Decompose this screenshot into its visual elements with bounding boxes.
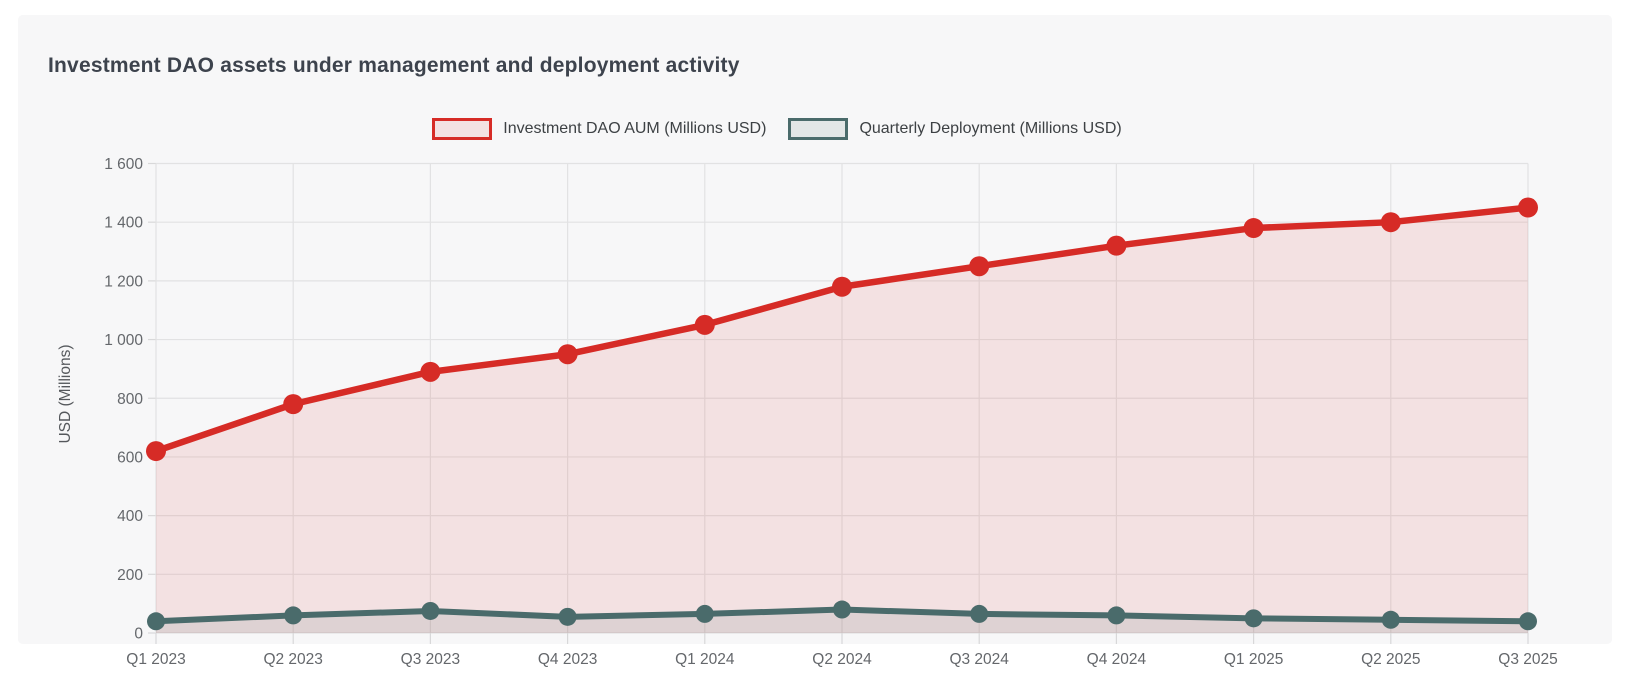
data-point-0-4[interactable] — [694, 314, 715, 335]
data-point-1-0[interactable] — [147, 612, 165, 631]
svg-text:Q1 2023: Q1 2023 — [126, 651, 185, 668]
svg-text:Q3 2024: Q3 2024 — [949, 651, 1009, 668]
svg-text:0: 0 — [134, 626, 143, 643]
svg-text:1 600: 1 600 — [104, 156, 143, 173]
legend-label-deployment: Quarterly Deployment (Millions USD) — [859, 120, 1122, 137]
svg-text:Q4 2024: Q4 2024 — [1087, 651, 1147, 668]
chart-canvas[interactable]: 0 200 400 600 800 1 000 1 200 1 400 1 600 Q1 2023… — [18, 15, 1612, 691]
svg-text:800: 800 — [117, 391, 143, 408]
data-point-0-0[interactable] — [146, 441, 166, 462]
data-point-1-9[interactable] — [1381, 610, 1400, 629]
legend-swatch-deployment-icon — [788, 118, 849, 140]
data-point-1-5[interactable] — [833, 600, 851, 619]
data-point-1-2[interactable] — [421, 601, 440, 620]
data-point-0-5[interactable] — [832, 276, 852, 297]
data-point-0-8[interactable] — [1243, 218, 1264, 239]
data-point-0-3[interactable] — [557, 344, 578, 365]
svg-text:Q1 2025: Q1 2025 — [1224, 651, 1283, 668]
svg-text:Q4 2023: Q4 2023 — [538, 651, 597, 668]
data-point-0-9[interactable] — [1380, 212, 1401, 233]
data-point-0-1[interactable] — [283, 394, 304, 415]
y-axis-title: USD (Millions) — [57, 344, 74, 444]
legend-item-deployment[interactable]: Quarterly Deployment (Millions USD) — [788, 118, 1122, 140]
svg-text:1 400: 1 400 — [104, 215, 143, 232]
svg-text:400: 400 — [117, 508, 143, 525]
svg-text:Q2 2023: Q2 2023 — [263, 651, 322, 668]
data-point-1-10[interactable] — [1519, 612, 1537, 631]
legend-label-aum: Investment DAO AUM (Millions USD) — [503, 120, 767, 137]
svg-text:Q3 2025: Q3 2025 — [1498, 651, 1557, 668]
chart-legend: Investment DAO AUM (Millions USD) Quarte… — [0, 118, 1592, 140]
svg-text:Q2 2025: Q2 2025 — [1361, 651, 1420, 668]
svg-text:Q1 2024: Q1 2024 — [675, 651, 735, 668]
data-point-1-1[interactable] — [284, 606, 303, 625]
page-title: Investment DAO assets under management a… — [48, 54, 740, 77]
data-point-1-4[interactable] — [695, 604, 714, 623]
data-point-0-10[interactable] — [1518, 197, 1538, 218]
data-point-0-7[interactable] — [1106, 235, 1127, 256]
data-point-1-6[interactable] — [970, 604, 989, 623]
data-point-0-6[interactable] — [969, 256, 990, 277]
data-point-0-2[interactable] — [420, 361, 441, 382]
svg-text:Q2 2024: Q2 2024 — [812, 651, 872, 668]
data-point-1-7[interactable] — [1107, 606, 1126, 625]
legend-swatch-aum-icon — [432, 118, 493, 140]
svg-text:1 000: 1 000 — [104, 332, 143, 349]
svg-text:1 200: 1 200 — [104, 273, 143, 290]
data-point-1-8[interactable] — [1244, 609, 1263, 628]
page: 0 200 400 600 800 1 000 1 200 1 400 1 600 Q1 2023… — [0, 0, 1630, 691]
data-point-1-3[interactable] — [558, 607, 577, 626]
svg-text:Q3 2023: Q3 2023 — [401, 651, 460, 668]
legend-item-aum[interactable]: Investment DAO AUM (Millions USD) — [432, 118, 766, 140]
svg-text:600: 600 — [117, 449, 143, 466]
svg-text:200: 200 — [117, 567, 143, 584]
